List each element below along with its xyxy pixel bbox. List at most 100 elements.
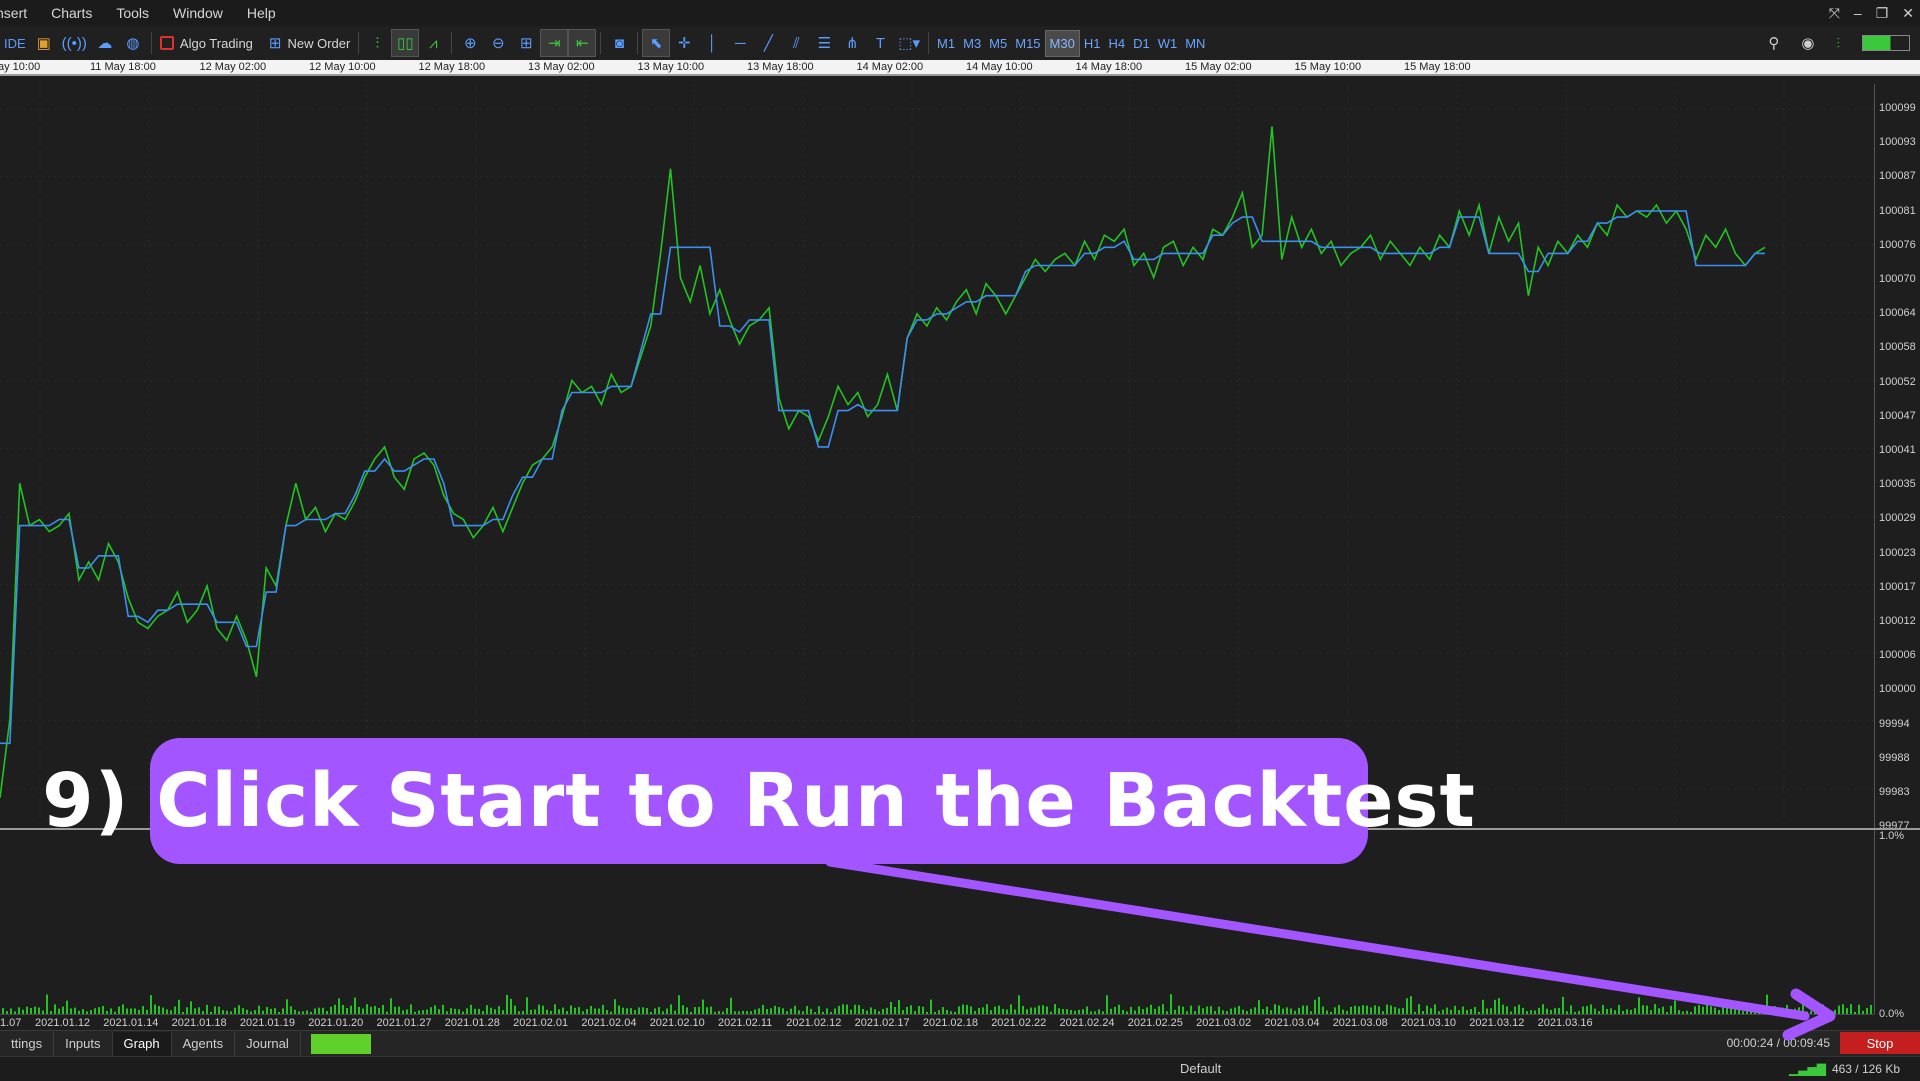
volume-bar: [1334, 1007, 1336, 1014]
menu-help[interactable]: Help: [237, 5, 290, 21]
volume-bar: [1514, 1006, 1516, 1014]
timeframe-m1[interactable]: M1: [933, 31, 959, 56]
volume-bar: [430, 1007, 432, 1014]
vps-button[interactable]: ◍: [119, 29, 147, 57]
volume-bar: [922, 1006, 924, 1014]
trendline-button[interactable]: ╱: [754, 29, 782, 57]
timeframe-w1[interactable]: W1: [1154, 31, 1182, 56]
tile-windows-button[interactable]: ⊞: [512, 29, 540, 57]
volume-bar: [578, 1007, 580, 1014]
tab-graph[interactable]: Graph: [112, 1032, 172, 1056]
cursor-button[interactable]: ⬉: [642, 29, 671, 57]
cursor-icon: ⬉: [650, 35, 663, 52]
timeframe-h4[interactable]: H4: [1104, 31, 1129, 56]
new-order-label: New Order: [287, 35, 351, 51]
price-scale-label: 100006: [1879, 649, 1916, 662]
close-icon[interactable]: ✕: [1902, 5, 1914, 22]
volume-bar: [150, 995, 152, 1014]
volume-bar: [1638, 997, 1640, 1014]
vertical-line-button[interactable]: │: [698, 29, 726, 57]
volume-bar: [702, 999, 704, 1014]
volume-bar: [1710, 1006, 1712, 1014]
timeframe-m30[interactable]: M30: [1044, 29, 1080, 57]
line-chart-button[interactable]: ⩘: [419, 29, 447, 57]
tab-agents[interactable]: Agents: [172, 1032, 236, 1056]
text-button[interactable]: T: [866, 29, 894, 57]
tab-journal[interactable]: Journal: [235, 1032, 301, 1056]
crosshair-button[interactable]: ✛: [670, 29, 698, 57]
toolbar-separator: [928, 32, 930, 54]
equidistant-channel-button[interactable]: ⫽: [782, 29, 810, 57]
volume-bar: [1190, 1005, 1192, 1014]
volume-bar: [1562, 996, 1564, 1014]
vps-icon: ◍: [126, 35, 140, 52]
shapes-button[interactable]: ⬚▾: [894, 29, 924, 57]
volume-bar: [1198, 1005, 1200, 1014]
cloud-button[interactable]: ☁: [91, 29, 119, 57]
volume-bar: [1518, 1004, 1520, 1014]
zoom-in-button[interactable]: ⊕: [456, 29, 484, 57]
horizontal-line-button[interactable]: ─: [726, 29, 754, 57]
pin-icon[interactable]: ⤧: [1829, 5, 1840, 22]
signal-strength-icon[interactable]: ⫶: [1837, 35, 1841, 52]
volume-bar: [1118, 1004, 1120, 1014]
volume-bar: [1494, 999, 1496, 1014]
volume-bar: [1238, 1005, 1240, 1014]
zoom-out-button[interactable]: ⊖: [484, 29, 512, 57]
date-axis-label: 2021.03.02: [1196, 1017, 1252, 1029]
autoscroll-button[interactable]: ⇥: [540, 29, 569, 57]
volume-bar: [330, 1006, 332, 1014]
chart-shift-icon: ⇤: [576, 35, 589, 52]
menu-insert[interactable]: nsert: [0, 5, 41, 21]
menu-window[interactable]: Window: [163, 5, 237, 21]
timeframe-m15[interactable]: M15: [1011, 31, 1044, 56]
price-scale-label: 100047: [1879, 409, 1916, 422]
market-button[interactable]: ▣: [30, 29, 58, 57]
date-axis-label: 1.07: [0, 1017, 22, 1029]
tab-settings[interactable]: ttings: [0, 1032, 55, 1056]
new-order-icon: ⊞: [268, 35, 282, 52]
autoscroll-icon: ⇥: [548, 35, 561, 52]
fibonacci-button[interactable]: ☰: [810, 29, 838, 57]
date-axis-label: 2021.01.28: [444, 1017, 500, 1029]
volume-bar: [1694, 1006, 1696, 1014]
price-chart[interactable]: [0, 84, 1874, 828]
volume-bar: [906, 1006, 908, 1014]
chart-shift-button[interactable]: ⇤: [568, 29, 597, 57]
signals-button[interactable]: ((•)): [58, 29, 91, 57]
volume-bar: [846, 1004, 848, 1014]
restore-icon[interactable]: ❐: [1876, 5, 1889, 22]
volume-bar: [854, 1004, 856, 1014]
toolbar-separator: [637, 32, 639, 54]
menu-tools[interactable]: Tools: [106, 5, 163, 21]
timeframe-mn[interactable]: MN: [1181, 31, 1209, 56]
menu-charts[interactable]: Charts: [41, 5, 106, 21]
menu-bar: nsert Charts Tools Window Help: [0, 0, 1920, 26]
new-order-button[interactable]: ⊞ New Order: [265, 29, 354, 57]
volume-bar: [590, 1005, 592, 1014]
bar-chart-button[interactable]: ⫶: [363, 29, 391, 57]
algo-trading-button[interactable]: Algo Trading: [156, 29, 257, 57]
crosshair-icon: ✛: [678, 35, 691, 52]
timeframe-m3[interactable]: M3: [959, 31, 985, 56]
price-scale-label: 100035: [1879, 478, 1916, 491]
account-icon[interactable]: ◉: [1801, 34, 1814, 52]
stop-button[interactable]: Stop: [1840, 1032, 1920, 1054]
minimize-icon[interactable]: –: [1854, 5, 1862, 21]
candlestick-button[interactable]: ▯▯: [391, 29, 420, 57]
time-ruler-label: 14 May 02:00: [856, 61, 924, 73]
timeframe-m5[interactable]: M5: [985, 31, 1011, 56]
tab-inputs[interactable]: Inputs: [54, 1032, 113, 1056]
volume-bar: [890, 1001, 892, 1014]
date-axis-label: 2021.02.18: [922, 1017, 978, 1029]
screenshot-button[interactable]: ◙: [605, 29, 633, 57]
price-scale-label: 100093: [1879, 136, 1916, 149]
search-icon[interactable]: ⚲: [1768, 34, 1779, 52]
volume-bar: [514, 1005, 516, 1014]
pitchfork-button[interactable]: ⋔: [838, 29, 866, 57]
timeframe-h1[interactable]: H1: [1080, 31, 1105, 56]
volume-bar: [1870, 1004, 1872, 1014]
ide-button[interactable]: IDE: [0, 29, 30, 57]
timeframe-d1[interactable]: D1: [1129, 31, 1154, 56]
volume-bar: [1822, 1004, 1824, 1014]
